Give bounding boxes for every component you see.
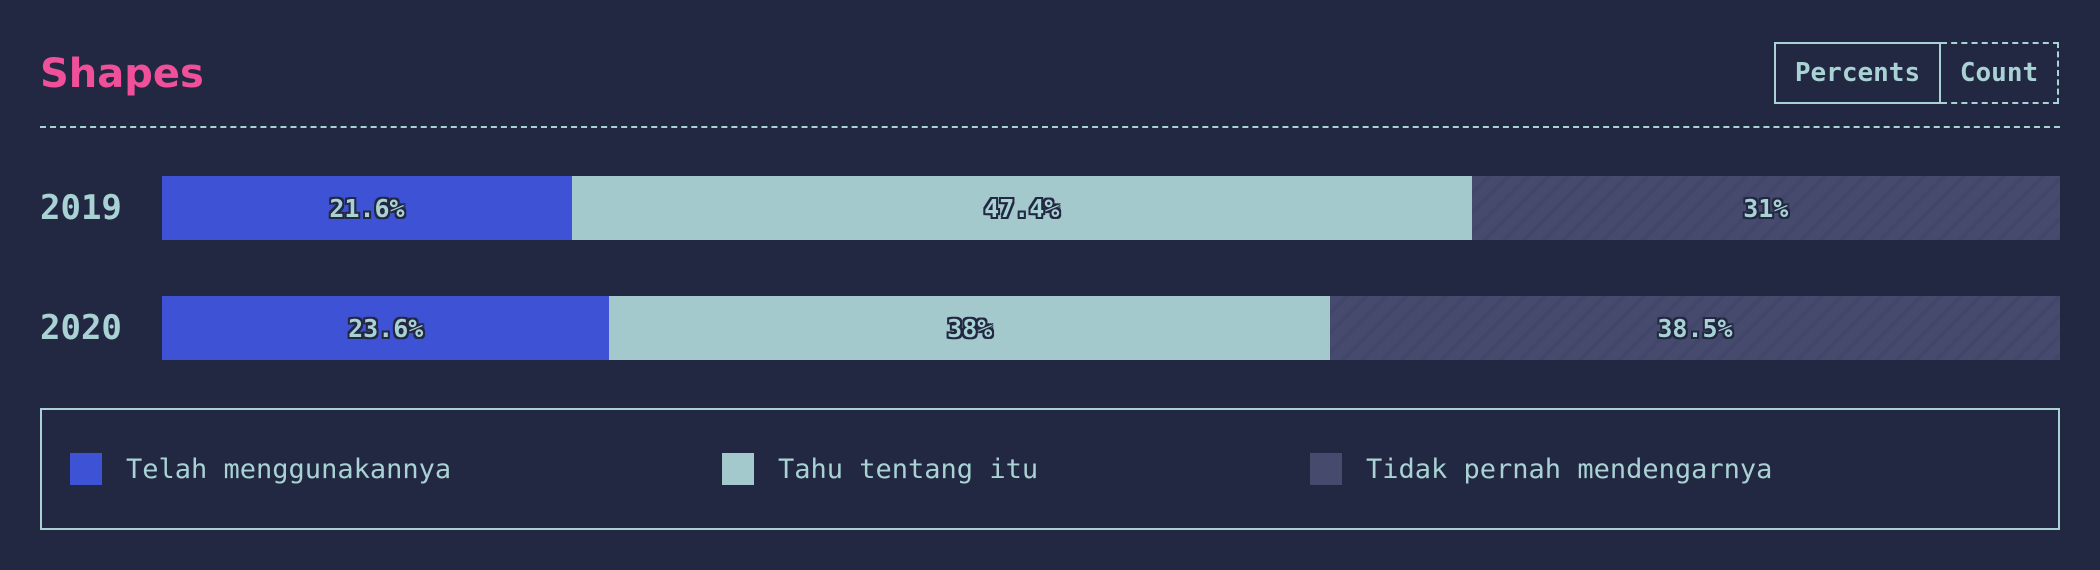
bar-segment[interactable]: 38.5%	[1329, 296, 2060, 360]
bar-value-label: 47.4%	[984, 193, 1060, 223]
bar-segment[interactable]: 21.6%	[162, 176, 572, 240]
bar-value-label: 38.5%	[1657, 313, 1733, 343]
legend-label: Tahu tentang itu	[778, 453, 1039, 485]
count-button[interactable]: Count	[1941, 42, 2059, 104]
legend-item[interactable]: Tahu tentang itu	[722, 410, 1038, 528]
bar-value-label: 38%	[947, 313, 993, 343]
legend-swatch	[70, 453, 102, 485]
stacked-bar: 21.6% 47.4% 31%	[162, 176, 2060, 240]
chart-title: Shapes	[40, 51, 204, 97]
bar-value-label: 23.6%	[348, 313, 424, 343]
bar-segment[interactable]: 38%	[609, 296, 1330, 360]
legend-item[interactable]: Telah menggunakannya	[70, 410, 451, 528]
category-label: 2020	[40, 308, 122, 348]
legend-swatch	[722, 453, 754, 485]
legend-item[interactable]: Tidak pernah mendengarnya	[1310, 410, 1772, 528]
legend-swatch	[1310, 453, 1342, 485]
percents-button[interactable]: Percents	[1774, 42, 1941, 104]
title-divider	[40, 126, 2060, 128]
view-toggle: Percents Count	[1774, 42, 2059, 104]
legend-label: Tidak pernah mendengarnya	[1366, 453, 1773, 485]
stacked-bar: 23.6% 38% 38.5%	[162, 296, 2060, 360]
bar-value-label: 31%	[1743, 193, 1789, 223]
bar-segment[interactable]: 47.4%	[571, 176, 1472, 240]
bar-segment[interactable]: 31%	[1471, 176, 2060, 240]
legend-label: Telah menggunakannya	[126, 453, 452, 485]
bar-value-label: 21.6%	[329, 193, 405, 223]
category-label: 2019	[40, 188, 122, 228]
bar-segment[interactable]: 23.6%	[162, 296, 610, 360]
legend: Telah menggunakannya Tahu tentang itu Tida…	[40, 408, 2060, 530]
